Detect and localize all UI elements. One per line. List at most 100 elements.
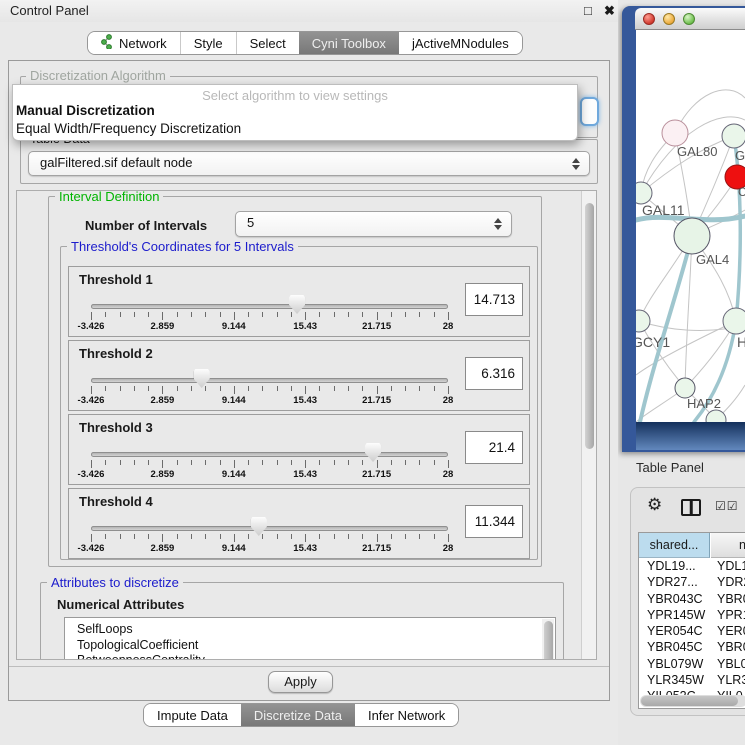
threshold-2-value-field[interactable]: 6.316: [465, 357, 523, 390]
slider-tick: [419, 534, 420, 539]
slider-tick: [105, 386, 106, 391]
zoom-traffic-light[interactable]: [683, 13, 695, 25]
slider-tick: [377, 534, 378, 542]
cell-shared-name[interactable]: YER054C: [647, 624, 703, 638]
slider-tick: [91, 534, 92, 542]
network-canvas[interactable]: GAL80GACGAL11GAL4GCY1HHAP2: [636, 30, 745, 422]
slider-tick: [405, 312, 406, 317]
column-layout-icon[interactable]: [681, 499, 701, 516]
network-node[interactable]: [662, 120, 688, 146]
threshold-1-value-field[interactable]: 14.713: [465, 283, 523, 316]
table-row[interactable]: YDR27... YDR2: [639, 575, 745, 591]
table-horizontal-scrollbar-thumb[interactable]: [641, 696, 738, 706]
column-header-name[interactable]: n: [711, 533, 745, 558]
slider-tick-label: 28: [418, 543, 478, 554]
network-node[interactable]: [722, 124, 745, 148]
cell-name[interactable]: YBR0: [717, 640, 745, 654]
attribute-list-item[interactable]: BetweennessCentrality: [65, 653, 555, 660]
minimize-traffic-light[interactable]: [663, 13, 675, 25]
tab-impute-data[interactable]: Impute Data: [144, 704, 241, 726]
control-panel: Control Panel □ ✖ Network Style Select C…: [0, 0, 618, 745]
slider-tick: [248, 312, 249, 317]
cell-name[interactable]: YLR3: [717, 673, 745, 687]
network-node[interactable]: [675, 378, 695, 398]
slider-tick: [305, 534, 306, 542]
table-row[interactable]: YLR345W YLR3: [639, 673, 745, 689]
dropdown-option-manual[interactable]: Manual Discretization: [13, 102, 577, 120]
cell-shared-name[interactable]: YBL079W: [647, 657, 703, 671]
cell-shared-name[interactable]: YPR145W: [647, 608, 705, 622]
cell-name[interactable]: YER0: [717, 624, 745, 638]
threshold-4-value-field[interactable]: 11.344: [465, 505, 523, 538]
tab-cyni-toolbox[interactable]: Cyni Toolbox: [299, 32, 399, 54]
node-attribute-table[interactable]: shared... n YDL19... YDL1 YDR27... YDR2 YBR0…: [638, 532, 745, 709]
cell-name[interactable]: YBR0: [717, 592, 745, 606]
apply-button[interactable]: Apply: [268, 671, 333, 693]
gear-icon[interactable]: ⚙: [647, 496, 662, 513]
network-node[interactable]: [636, 310, 650, 332]
table-row[interactable]: YBR045C YBR0: [639, 640, 745, 656]
close-icon[interactable]: ✖: [604, 3, 615, 19]
table-data-combo[interactable]: galFiltered.sif default node: [28, 151, 590, 176]
tab-network[interactable]: Network: [88, 32, 180, 54]
tab-select[interactable]: Select: [236, 32, 299, 54]
slider-tick: [319, 312, 320, 317]
slider-thumb[interactable]: [194, 369, 210, 388]
attributes-scrollbar-thumb[interactable]: [544, 621, 553, 660]
cell-name[interactable]: YPR1: [717, 608, 745, 622]
threshold-2-slider[interactable]: -3.4262.8599.14415.4321.71528: [69, 341, 529, 410]
network-window-titlebar[interactable]: [635, 8, 745, 30]
threshold-1-slider[interactable]: -3.4262.8599.14415.4321.71528: [69, 267, 529, 336]
settings-scrollbar-thumb[interactable]: [585, 203, 594, 449]
slider-tick: [291, 534, 292, 539]
cell-shared-name[interactable]: YDR27...: [647, 575, 698, 589]
network-edge-highlighted[interactable]: [734, 136, 740, 321]
threshold-3-slider[interactable]: -3.4262.8599.14415.4321.71528: [69, 415, 529, 484]
table-row[interactable]: YDL19... YDL1: [639, 559, 745, 575]
slider-tick: [348, 386, 349, 391]
attribute-list-item[interactable]: TopologicalCoefficient: [65, 638, 555, 654]
slider-tick: [262, 460, 263, 465]
algorithm-combo-focused-fragment[interactable]: [580, 97, 599, 126]
select-columns-icon[interactable]: ☑☑: [715, 499, 739, 513]
numerical-attributes-list[interactable]: SelfLoopsTopologicalCoefficientBetweenne…: [64, 617, 556, 660]
slider-thumb[interactable]: [251, 517, 267, 536]
threshold-3-value-field[interactable]: 21.4: [465, 431, 523, 464]
cell-shared-name[interactable]: YDL19...: [647, 559, 696, 573]
tab-discretize-data[interactable]: Discretize Data: [241, 704, 355, 726]
tab-style[interactable]: Style: [180, 32, 236, 54]
table-row[interactable]: YPR145W YPR1: [639, 608, 745, 624]
cell-shared-name[interactable]: YBR043C: [647, 592, 703, 606]
tab-infer-network[interactable]: Infer Network: [355, 704, 458, 726]
table-horizontal-scrollbar[interactable]: [640, 695, 745, 707]
close-traffic-light[interactable]: [643, 13, 655, 25]
threshold-4-slider[interactable]: -3.4262.8599.14415.4321.71528: [69, 489, 529, 558]
cell-shared-name[interactable]: YBR045C: [647, 640, 703, 654]
cell-name[interactable]: YDR2: [717, 575, 745, 589]
float-window-icon[interactable]: □: [584, 3, 592, 18]
slider-tick: [362, 312, 363, 317]
cell-shared-name[interactable]: YLR345W: [647, 673, 704, 687]
column-header-shared-name[interactable]: shared...: [639, 533, 710, 558]
number-of-intervals-label: Number of Intervals: [85, 218, 207, 233]
slider-tick: [277, 534, 278, 539]
cell-name[interactable]: YBL0: [717, 657, 745, 671]
attributes-scrollbar[interactable]: [542, 619, 554, 660]
dropdown-option-equal-width[interactable]: Equal Width/Frequency Discretization: [13, 120, 577, 138]
network-edge[interactable]: [639, 321, 685, 388]
table-row[interactable]: YER054C YER0: [639, 624, 745, 640]
attribute-list-item[interactable]: SelfLoops: [65, 622, 555, 638]
network-node[interactable]: [723, 308, 745, 334]
tab-jactivemnodules[interactable]: jActiveMNodules: [399, 32, 522, 54]
network-node[interactable]: [674, 218, 710, 254]
slider-tick: [248, 386, 249, 391]
slider-thumb[interactable]: [365, 443, 381, 462]
table-row[interactable]: YBR043C YBR0: [639, 592, 745, 608]
settings-scrollbar[interactable]: [581, 191, 596, 659]
slider-tick: [448, 460, 449, 468]
table-row[interactable]: YBL079W YBL0: [639, 657, 745, 673]
number-of-intervals-combo[interactable]: 5: [235, 211, 512, 237]
divider: [9, 666, 609, 667]
network-node-label: C: [738, 185, 745, 199]
cell-name[interactable]: YDL1: [717, 559, 745, 573]
